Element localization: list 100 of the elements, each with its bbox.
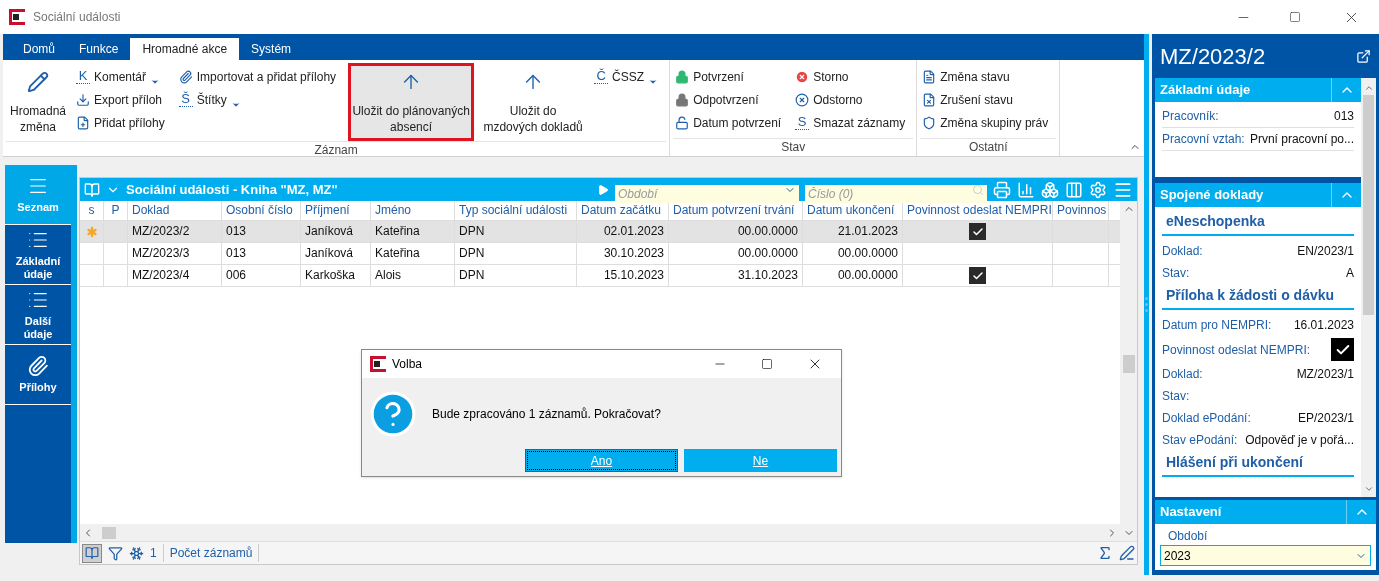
vertical-scrollbar[interactable] [1361,78,1376,497]
ribbon-button[interactable]: K Komentář [74,65,167,88]
snowflake-icon[interactable] [129,545,144,561]
field-label: Stav ePodání: [1162,432,1238,449]
ribbon-tab[interactable]: Funkce [67,38,131,60]
download-tray-icon [76,92,90,107]
shield-icon [922,115,937,130]
ribbon-button[interactable]: Změna skupiny práv [920,111,1051,134]
ribbon-tab[interactable]: Systém [239,38,304,60]
ribbon-button[interactable]: Odpotvrzení [673,88,784,111]
field-value: EN/2023/1 [1297,243,1354,260]
filter-icon[interactable] [108,545,123,561]
lock-icon [675,92,690,107]
ribbon-button[interactable]: Storno [793,65,908,88]
pencil-icon [27,71,49,93]
ribbon-group-label: Ostatní [968,139,1008,156]
ribbon-tab[interactable]: Hromadné akce [130,38,240,60]
section-title: Spojené doklady [1159,186,1265,205]
table-cell: 013 [226,246,247,260]
sigma-icon[interactable] [1097,545,1113,561]
ribbon-large-button[interactable]: Uložit do mzdových dokladů [478,63,589,141]
pop-out-icon[interactable] [1356,48,1371,64]
ribbon-tab[interactable]: Domů [11,38,67,60]
field-label: Datum pro NEMPRI: [1162,317,1272,334]
table-cell: 00.00.0000 [737,224,798,238]
period-dropdown[interactable]: 2023 [1160,545,1371,566]
scrollbar-thumb[interactable] [1363,95,1374,315]
column-header[interactable]: Datum ukončení [803,201,903,220]
settings-icon[interactable] [1089,180,1107,199]
table-cell: DPN [459,246,485,260]
number-search-field[interactable]: Číslo (0) [805,184,987,203]
ribbon-large-button[interactable]: Uložit do plánovaných absencí [348,63,475,141]
table-cell: Kateřina [375,224,420,238]
field-label: Doklad: [1162,366,1203,383]
section-title: Nastavení [1159,503,1223,522]
ribbon-button[interactable]: Odstorno [793,88,908,111]
table-row[interactable]: MZ/2023/2 013 Janíková Kateřina DPN 02.01.2023 00.00.0000 21.01.2023 [80,221,1120,243]
book-icon[interactable] [82,543,102,563]
column-header[interactable]: Typ sociální události [455,201,577,220]
check-icon [971,269,984,282]
column-header[interactable]: Datum potvrzení trvání [669,201,803,220]
field-label: Pracovník: [1162,108,1219,125]
dialog-title: Volba [392,356,424,373]
checkbox[interactable] [969,223,986,240]
column-header[interactable]: Doklad [128,201,222,220]
table-cell: 15.10.2023 [603,268,664,282]
column-header[interactable]: Povinnos [1053,201,1109,220]
search-icon[interactable] [972,183,984,196]
column-header[interactable]: Příjmení [301,201,371,220]
scrollbar-thumb[interactable] [102,526,116,539]
field-value: EP/2023/1 [1297,410,1354,427]
ribbon-button[interactable]: Změna stavu [920,65,1051,88]
record-count: 1 [150,545,157,562]
ribbon-button[interactable]: Datum potvrzení [673,111,784,134]
table-cell: Kateřina [375,246,420,260]
columns-icon[interactable] [1065,180,1083,199]
pen-icon[interactable] [1119,545,1135,561]
ribbon-button[interactable]: S Smazat záznamy [793,111,908,134]
ribbon-button[interactable]: Export příloh [74,88,167,111]
grid-title: Sociální události - Kniha "MZ, MZ" [126,180,338,199]
scroll-down-icon[interactable] [1363,484,1374,494]
period-field[interactable]: Období [615,184,799,203]
splitter-handle[interactable] [1144,34,1149,575]
app-logo-icon [370,356,386,372]
scroll-up-icon[interactable] [1363,83,1374,93]
table-cell: Janíková [305,246,354,260]
ribbon-button[interactable]: Potvrzení [673,65,784,88]
table-row[interactable]: MZ/2023/4 006 Karkoška Alois DPN 15.10.2023 31.10.2023 00.00.0000 [80,265,1120,287]
horizontal-scrollbar[interactable] [80,524,1120,541]
checkbox[interactable] [1331,338,1354,361]
lock-icon [675,69,690,84]
table-cell: MZ/2023/4 [132,268,190,282]
play-icon[interactable] [597,183,609,196]
field-label: Stav: [1162,265,1190,282]
field-label: Období [1167,528,1209,545]
field-value: MZ/2023/1 [1296,366,1354,383]
window-title: Sociální události [33,9,122,26]
ribbon-button[interactable]: Zrušení stavu [920,88,1051,111]
vertical-scrollbar[interactable] [1120,201,1137,541]
ribbon-button[interactable]: Š Štítky [176,88,339,111]
scrollbar-thumb[interactable] [1122,355,1135,373]
open-lock-icon [675,115,690,130]
column-header[interactable]: Datum začátku [577,201,669,220]
document-x-icon [922,92,937,107]
checkbox[interactable] [969,267,986,284]
maximize-icon[interactable] [761,358,773,370]
maximize-icon[interactable] [1289,11,1301,23]
ribbon-large-button[interactable]: Hromadná změna [6,63,70,141]
bar-chart-icon[interactable] [1017,180,1035,199]
printer-icon[interactable] [993,180,1011,199]
column-header[interactable]: Osobní číslo [222,201,301,220]
column-header[interactable]: Povinnost odeslat NEMPRI [903,201,1053,220]
column-header[interactable]: s [80,201,104,220]
column-header[interactable]: Jméno [371,201,455,220]
column-header[interactable]: P [104,201,128,220]
ribbon-button[interactable]: Importovat a přidat přílohy [176,65,339,88]
ribbon-button[interactable]: Č ČSSZ [592,65,661,88]
table-row[interactable]: MZ/2023/3 013 Janíková Kateřina DPN 30.10.2023 00.00.0000 00.00.0000 [80,243,1120,265]
ribbon-button[interactable]: Přidat přílohy [74,111,167,134]
boxes-icon[interactable] [1041,180,1059,199]
